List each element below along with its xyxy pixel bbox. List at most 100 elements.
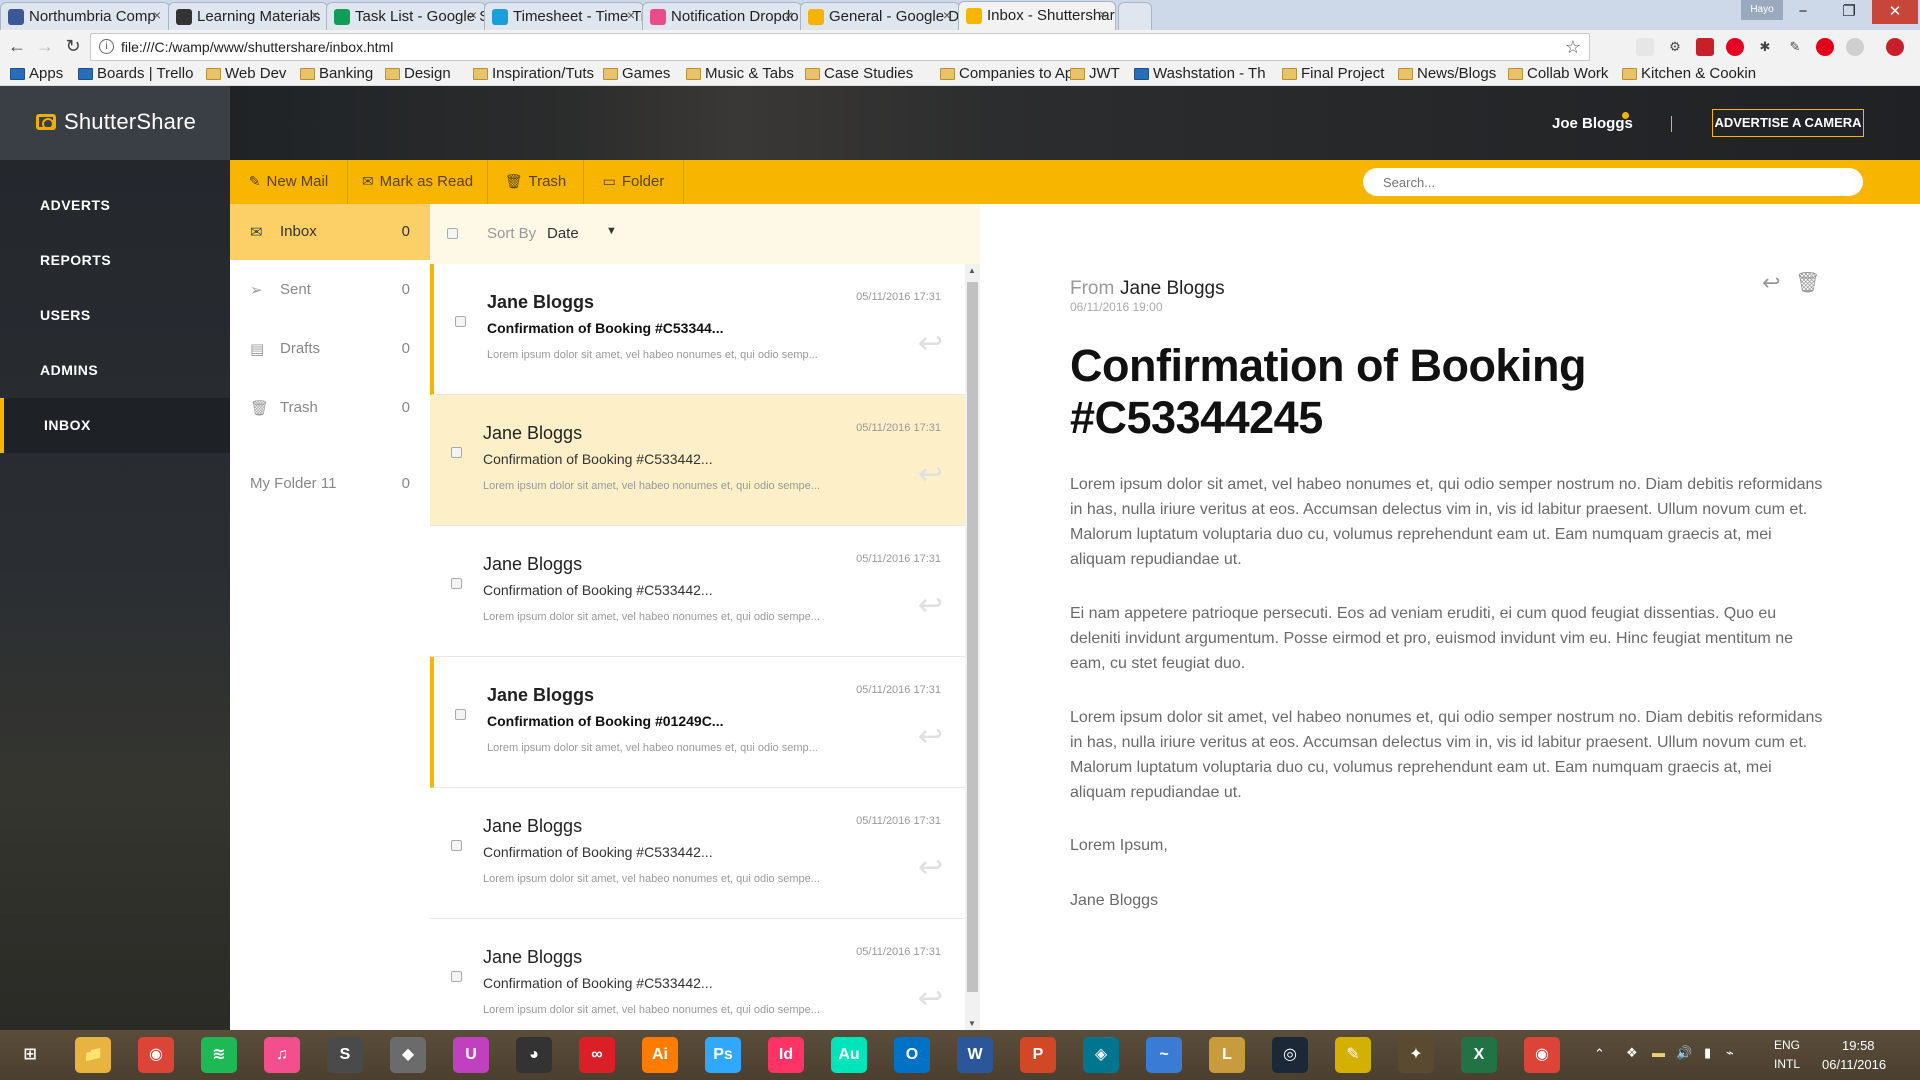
- browser-tab[interactable]: Northumbria Comp ×: [0, 2, 170, 30]
- opera-icon[interactable]: [1816, 38, 1834, 56]
- reply-icon[interactable]: ↩: [918, 719, 943, 754]
- reply-icon[interactable]: ↩: [918, 981, 943, 1016]
- network-icon[interactable]: ▮: [1704, 1045, 1711, 1061]
- message-checkbox[interactable]: [451, 971, 462, 982]
- bookmark-item[interactable]: Games: [603, 65, 670, 82]
- new-mail-button[interactable]: ✎ New Mail: [230, 160, 348, 204]
- reload-button[interactable]: ↻: [62, 36, 84, 57]
- tab-close-icon[interactable]: ×: [469, 7, 477, 23]
- message-checkbox[interactable]: [455, 709, 466, 720]
- search-input[interactable]: [1363, 168, 1863, 196]
- chrome-icon-2[interactable]: ◉: [1524, 1037, 1560, 1073]
- browser-tab[interactable]: Learning Materials ×: [168, 2, 328, 30]
- bookmark-item[interactable]: Boards | Trello: [78, 65, 193, 82]
- spotify-icon[interactable]: ≋: [201, 1037, 237, 1073]
- volume-icon[interactable]: 🔊: [1676, 1045, 1692, 1061]
- clock-time[interactable]: 19:58: [1842, 1038, 1875, 1053]
- bookmark-item[interactable]: Companies to Ap: [940, 65, 1073, 82]
- message-row[interactable]: Jane Bloggs Confirmation of Booking #C533…: [430, 526, 965, 657]
- lastpass-icon[interactable]: [1886, 38, 1904, 56]
- bookmark-item[interactable]: News/Blogs: [1398, 65, 1496, 82]
- folder-button[interactable]: ▭ Folder: [584, 160, 684, 204]
- audition-icon[interactable]: Au: [831, 1037, 867, 1073]
- message-checkbox[interactable]: [451, 447, 462, 458]
- mark-as-read-button[interactable]: ✉ Mark as Read: [348, 160, 488, 204]
- profile-chip[interactable]: Hayo: [1741, 0, 1783, 20]
- powerpoint-icon[interactable]: P: [1020, 1037, 1056, 1073]
- bookmark-item[interactable]: Banking: [300, 65, 373, 82]
- bookmark-item[interactable]: Design: [385, 65, 451, 82]
- bookmark-item[interactable]: Inspiration/Tuts: [473, 65, 594, 82]
- itunes-icon[interactable]: ♫: [264, 1037, 300, 1073]
- bookmark-item[interactable]: JWT: [1070, 65, 1120, 82]
- extension-icon-2[interactable]: [1846, 38, 1864, 56]
- windows-start-icon[interactable]: ⊞: [12, 1037, 48, 1073]
- message-row[interactable]: Jane Bloggs Confirmation of Booking #0124…: [430, 657, 965, 788]
- chevron-down-icon[interactable]: ▼: [606, 225, 617, 237]
- browser-tab[interactable]: Notification Dropdo ×: [642, 2, 802, 30]
- outlook-icon[interactable]: O: [894, 1037, 930, 1073]
- trash-button[interactable]: 🗑 Trash: [488, 160, 584, 204]
- message-checkbox[interactable]: [451, 578, 462, 589]
- language-indicator[interactable]: ENG: [1774, 1038, 1800, 1052]
- reply-icon[interactable]: ↩: [1762, 270, 1780, 296]
- message-row[interactable]: Jane Bloggs Confirmation of Booking #C533…: [430, 264, 965, 395]
- dropbox-icon[interactable]: ❖: [1626, 1045, 1638, 1061]
- dolphin-icon[interactable]: ~: [1146, 1037, 1182, 1073]
- battery-icon[interactable]: ⌁: [1726, 1045, 1734, 1061]
- page-info-icon[interactable]: i: [99, 39, 114, 54]
- browser-tab[interactable]: Timesheet - Time Tr ×: [484, 2, 644, 30]
- bookmark-item[interactable]: Apps: [10, 65, 63, 82]
- bookmark-star-icon[interactable]: ☆: [1565, 37, 1581, 58]
- browser-tab[interactable]: General - Google Dr ×: [800, 2, 960, 30]
- tab-close-icon[interactable]: ×: [627, 7, 635, 23]
- eyedropper-icon[interactable]: ✎: [1786, 38, 1804, 56]
- bookmark-item[interactable]: Music & Tabs: [686, 65, 794, 82]
- tab-close-icon[interactable]: ×: [1099, 6, 1107, 22]
- sort-by-select[interactable]: Date: [547, 225, 579, 242]
- folder-my-folder-11[interactable]: My Folder 11 0: [230, 456, 430, 512]
- scroll-up-icon[interactable]: ▲: [968, 266, 976, 275]
- pocket-icon[interactable]: [1696, 38, 1714, 56]
- new-tab-button[interactable]: [1118, 2, 1152, 30]
- uplay-icon[interactable]: U: [453, 1037, 489, 1073]
- browser-tab[interactable]: Inbox - Shuttershare ×: [958, 1, 1116, 31]
- folder-trash[interactable]: 🗑 Trash 0: [230, 380, 430, 436]
- github-icon[interactable]: ◕: [516, 1037, 552, 1073]
- address-bar[interactable]: i file:///C:/wamp/www/shuttershare/inbox…: [90, 33, 1590, 61]
- message-row[interactable]: Jane Bloggs Confirmation of Booking #C533…: [430, 395, 965, 526]
- league-icon[interactable]: L: [1209, 1037, 1245, 1073]
- notification-dot-icon[interactable]: [1622, 112, 1629, 119]
- tab-close-icon[interactable]: ×: [785, 7, 793, 23]
- sidebar-item-admins[interactable]: ADMINS: [0, 343, 230, 398]
- delete-icon[interactable]: 🗑: [1795, 270, 1820, 295]
- tray-chevron-icon[interactable]: ⌃: [1594, 1046, 1605, 1062]
- clock-date[interactable]: 06/11/2016: [1822, 1057, 1886, 1072]
- notes-icon[interactable]: ✎: [1335, 1037, 1371, 1073]
- bookmark-item[interactable]: Case Studies: [805, 65, 913, 82]
- current-user-name[interactable]: Joe Bloggs: [1552, 115, 1633, 132]
- reply-icon[interactable]: ↩: [918, 850, 943, 885]
- maximize-button[interactable]: ❐: [1826, 0, 1872, 24]
- settings-gear-icon[interactable]: ⚙: [1666, 38, 1684, 56]
- excel-icon[interactable]: X: [1461, 1037, 1497, 1073]
- region-indicator[interactable]: INTL: [1774, 1057, 1800, 1071]
- reply-icon[interactable]: ↩: [918, 326, 943, 361]
- mysql-icon[interactable]: ◈: [1083, 1037, 1119, 1073]
- folder-drafts[interactable]: ▤ Drafts 0: [230, 321, 430, 377]
- bug-icon[interactable]: ✱: [1756, 38, 1774, 56]
- illustrator-icon[interactable]: Ai: [642, 1037, 678, 1073]
- scroll-thumb[interactable]: [967, 282, 978, 992]
- chrome-icon[interactable]: ◉: [138, 1037, 174, 1073]
- message-row[interactable]: Jane Bloggs Confirmation of Booking #C533…: [430, 788, 965, 919]
- file-explorer-icon[interactable]: 📁: [75, 1037, 111, 1073]
- address-url[interactable]: file:///C:/wamp/www/shuttershare/inbox.h…: [121, 39, 393, 55]
- steam-icon[interactable]: ◎: [1272, 1037, 1308, 1073]
- extension-icon[interactable]: [1636, 38, 1654, 56]
- message-row[interactable]: Jane Bloggs Confirmation of Booking #C533…: [430, 919, 965, 1030]
- message-checkbox[interactable]: [455, 316, 466, 327]
- creative-cloud-icon[interactable]: ∞: [579, 1037, 615, 1073]
- brand[interactable]: ShutterShare: [0, 86, 230, 160]
- sidebar-item-inbox[interactable]: INBOX: [0, 398, 230, 453]
- inkscape-icon[interactable]: ◆: [390, 1037, 426, 1073]
